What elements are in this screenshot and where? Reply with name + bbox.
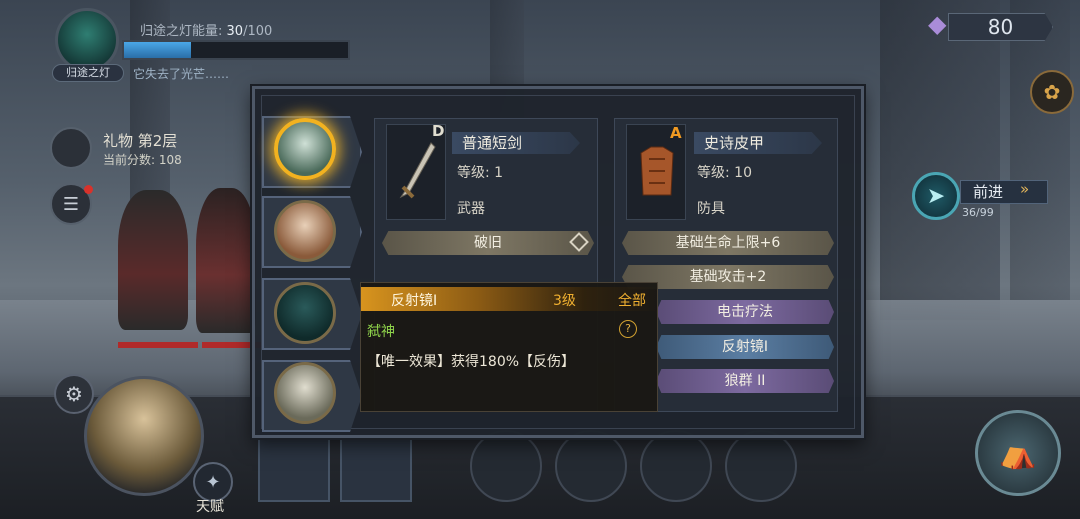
character-portrait[interactable]: [274, 200, 336, 262]
advance-progress: 36/99: [962, 206, 994, 219]
energy-label: 归途之灯能量: 30/100: [140, 20, 272, 39]
armor-skill[interactable]: 狼群 II: [656, 369, 834, 393]
armor-skill[interactable]: 电击疗法: [656, 300, 834, 324]
energy-bar: [122, 40, 350, 60]
skill-tooltip: 反射镜I 3级 全部 弑神 ? 【唯一效果】获得180%【反伤】: [360, 282, 659, 412]
notification-dot: [84, 185, 93, 194]
advance-arrow-icon: »: [1020, 180, 1030, 198]
skill-slot[interactable]: [555, 430, 627, 502]
lamp-portrait[interactable]: [55, 8, 119, 72]
gift-icon[interactable]: [50, 127, 92, 169]
hero-health-bar: [118, 342, 198, 348]
tooltip-skill-name: 反射镜I: [391, 293, 438, 309]
weapon-stat: 破旧: [382, 231, 594, 255]
tooltip-skill-level: 3级: [553, 293, 576, 309]
floor-title: 礼物 第2层: [103, 132, 178, 150]
talent-label: 天赋: [196, 499, 224, 515]
lamp-status: 它失去了光芒……: [133, 67, 230, 81]
leader-portrait[interactable]: [84, 376, 204, 496]
tooltip-class: 弑神: [367, 324, 395, 340]
hero-character: [196, 188, 256, 333]
weapon-name: 普通短剑: [452, 132, 580, 154]
tooltip-description: 【唯一效果】获得180%【反伤】: [367, 354, 576, 370]
bag-icon[interactable]: ⛺: [975, 410, 1061, 496]
weapon-type: 武器: [457, 201, 485, 217]
crystal-counter: 80: [948, 13, 1053, 41]
lamp-name: 归途之灯: [52, 64, 124, 82]
character-portrait[interactable]: [274, 362, 336, 424]
armor-name: 史诗皮甲: [694, 132, 822, 154]
weapon-level: 等级: 1: [457, 165, 504, 181]
skill-slot[interactable]: [640, 430, 712, 502]
gear-icon[interactable]: ⚙: [54, 374, 94, 414]
help-icon[interactable]: ?: [619, 320, 637, 338]
energy-bar-fill: [124, 42, 192, 58]
character-portrait-selected[interactable]: [274, 118, 336, 180]
character-portrait[interactable]: [274, 282, 336, 344]
advance-button[interactable]: 前进: [960, 180, 1048, 204]
compass-icon[interactable]: ➤: [912, 172, 960, 220]
equipment-slot[interactable]: [340, 438, 412, 502]
floor-score: 当前分数: 108: [103, 153, 182, 167]
armor-stat-hp: 基础生命上限+6: [622, 231, 834, 255]
energy-label-text: 归途之灯能量:: [140, 24, 223, 39]
skill-slot[interactable]: [470, 430, 542, 502]
armor-skill[interactable]: 反射镜I: [656, 335, 834, 359]
armor-rank: A: [670, 124, 682, 142]
map-icon[interactable]: ✿: [1030, 70, 1074, 114]
background-tree: [880, 0, 1000, 320]
armor-type: 防具: [697, 201, 725, 217]
skill-slot[interactable]: [725, 430, 797, 502]
armor-level: 等级: 10: [697, 165, 752, 181]
equipment-slot[interactable]: [258, 438, 330, 502]
hero-character: [118, 190, 188, 330]
energy-max: /100: [243, 24, 273, 39]
tooltip-scope: 全部: [618, 293, 646, 309]
background-tree: [1010, 0, 1070, 300]
energy-current: 30: [226, 24, 244, 39]
weapon-rank: D: [432, 122, 445, 140]
